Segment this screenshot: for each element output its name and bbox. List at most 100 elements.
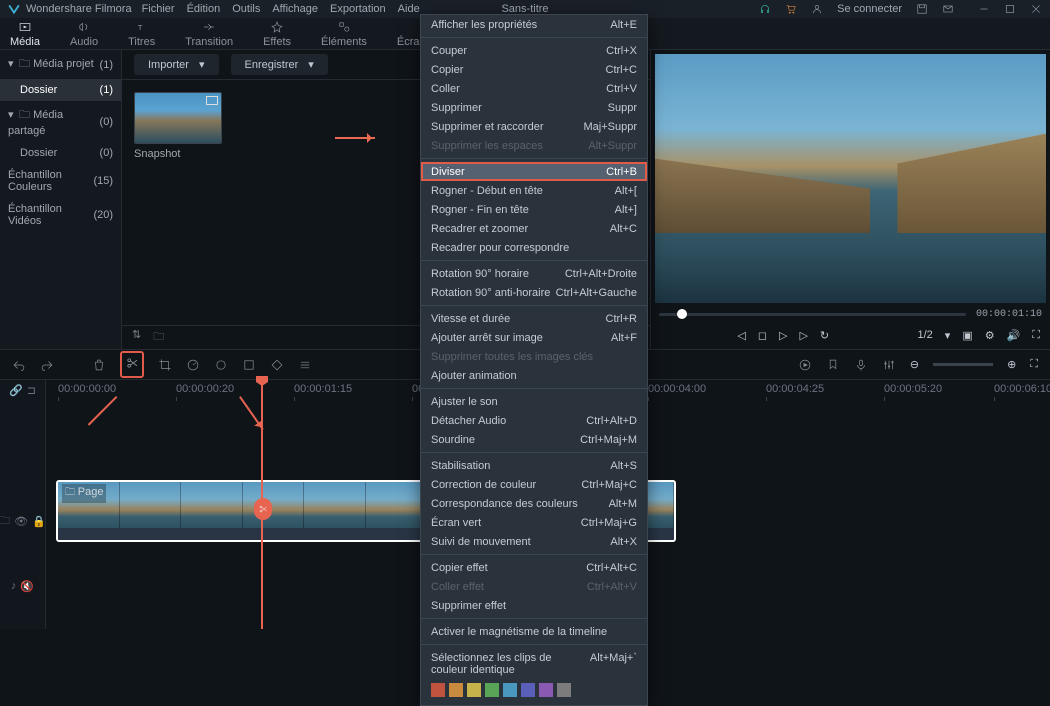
sidebar-item-colors[interactable]: Échantillon Couleurs(15): [0, 164, 121, 198]
swatch[interactable]: [503, 683, 517, 697]
import-dropdown[interactable]: Importer▾: [134, 54, 219, 75]
swatch[interactable]: [539, 683, 553, 697]
ctx-stabilize[interactable]: StabilisationAlt+S: [421, 456, 647, 475]
ctx-cut[interactable]: CouperCtrl+X: [421, 41, 647, 60]
message-icon[interactable]: [942, 3, 954, 15]
user-icon[interactable]: [811, 3, 823, 15]
swatch[interactable]: [521, 683, 535, 697]
next-frame-icon[interactable]: ▷: [799, 329, 807, 342]
snapshot-icon[interactable]: ▣: [962, 329, 972, 342]
ctx-freeze-frame[interactable]: Ajouter arrêt sur imageAlt+F: [421, 328, 647, 347]
ctx-snap[interactable]: Activer le magnétisme de la timeline: [421, 622, 647, 641]
close-icon[interactable]: [1030, 3, 1042, 15]
ctx-rotate-cw[interactable]: Rotation 90° horaireCtrl+Alt+Droite: [421, 264, 647, 283]
ctx-crop-zoom[interactable]: Recadrer et zoomerAlt+C: [421, 219, 647, 238]
tab-audio[interactable]: Audio: [70, 20, 98, 48]
ctx-add-animation[interactable]: Ajouter animation: [421, 366, 647, 385]
split-button[interactable]: [120, 351, 144, 378]
menu-export[interactable]: Exportation: [330, 3, 386, 15]
sidebar-item-project[interactable]: ▾ 🗀 Média projet(1): [0, 50, 121, 79]
tab-effects[interactable]: Effets: [263, 20, 291, 48]
ctx-speed[interactable]: Vitesse et duréeCtrl+R: [421, 309, 647, 328]
mic-icon[interactable]: [854, 358, 868, 372]
sidebar-item-videos[interactable]: Échantillon Vidéos(20): [0, 198, 121, 232]
ctx-properties[interactable]: Afficher les propriétésAlt+E: [421, 15, 647, 34]
ctx-trim-end[interactable]: Rogner - Fin en têteAlt+]: [421, 200, 647, 219]
preview-viewport[interactable]: [655, 54, 1046, 303]
speed-icon[interactable]: [186, 358, 200, 372]
tab-media[interactable]: Média: [10, 20, 40, 48]
volume-icon[interactable]: 🔊: [1007, 329, 1021, 342]
link-icon[interactable]: 🔗: [9, 384, 23, 397]
menu-edit[interactable]: Édition: [187, 3, 221, 15]
newfolder-icon[interactable]: 🗀: [153, 328, 164, 347]
thumb-menu-icon[interactable]: [206, 96, 218, 105]
settings-icon[interactable]: ⚙: [985, 329, 995, 342]
tab-elements[interactable]: Éléments: [321, 20, 367, 48]
ctx-rotate-ccw[interactable]: Rotation 90° anti-horaireCtrl+Alt+Gauche: [421, 283, 647, 302]
menu-view[interactable]: Affichage: [272, 3, 318, 15]
menu-tools[interactable]: Outils: [232, 3, 260, 15]
ctx-ripple-delete[interactable]: Supprimer et raccorderMaj+Suppr: [421, 117, 647, 136]
cart-icon[interactable]: [785, 3, 797, 15]
zoom-slider[interactable]: [933, 363, 993, 366]
maximize-icon[interactable]: [1004, 3, 1016, 15]
marker-icon[interactable]: [826, 358, 840, 372]
ctx-color-match[interactable]: Correspondance des couleursAlt+M: [421, 494, 647, 513]
undo-icon[interactable]: [12, 358, 26, 372]
swatch[interactable]: [431, 683, 445, 697]
ctx-split[interactable]: DiviserCtrl+B: [421, 162, 647, 181]
menu-file[interactable]: Fichier: [142, 3, 175, 15]
keyframe-icon[interactable]: [270, 358, 284, 372]
ctx-select-same-color[interactable]: Sélectionnez les clips de couleur identi…: [421, 648, 647, 679]
play-icon[interactable]: ▷: [779, 329, 787, 342]
mixer-icon[interactable]: [882, 358, 896, 372]
swatch[interactable]: [467, 683, 481, 697]
zoom-in-icon[interactable]: ⊕: [1007, 358, 1016, 371]
menu-help[interactable]: Aide: [398, 3, 420, 15]
record-dropdown[interactable]: Enregistrer▾: [231, 54, 328, 75]
ctx-green-screen[interactable]: Écran vertCtrl+Maj+G: [421, 513, 647, 532]
ctx-detach-audio[interactable]: Détacher AudioCtrl+Alt+D: [421, 411, 647, 430]
ctx-adjust-audio[interactable]: Ajuster le son: [421, 392, 647, 411]
save-icon[interactable]: [916, 3, 928, 15]
sidebar-item-folder-1[interactable]: Dossier(1): [0, 79, 121, 101]
zoom-fit-icon[interactable]: ⛶: [1030, 358, 1038, 371]
media-thumbnail[interactable]: Snapshot: [134, 92, 222, 160]
ctx-copy-effect[interactable]: Copier effetCtrl+Alt+C: [421, 558, 647, 577]
crop-icon[interactable]: [158, 358, 172, 372]
zoom-out-icon[interactable]: ⊖: [910, 358, 919, 371]
track-video-lock-icon[interactable]: 🗀: [0, 512, 10, 531]
tab-titles[interactable]: TTitres: [128, 20, 155, 48]
sidebar-item-shared[interactable]: ▾ 🗀 Média partagé(0): [0, 101, 121, 142]
ctx-mute[interactable]: SourdineCtrl+Maj+M: [421, 430, 647, 449]
prev-frame-icon[interactable]: ◁: [737, 329, 745, 342]
more-icon[interactable]: [298, 358, 312, 372]
ctx-delete-effect[interactable]: Supprimer effet: [421, 596, 647, 615]
ctx-copy[interactable]: CopierCtrl+C: [421, 60, 647, 79]
magnet-icon[interactable]: ⊐: [27, 384, 36, 397]
stop-icon[interactable]: ◻: [758, 329, 767, 342]
color-icon[interactable]: [214, 358, 228, 372]
tab-transition[interactable]: Transition: [185, 20, 233, 48]
greenscreen-icon[interactable]: [242, 358, 256, 372]
track-video-eye-icon[interactable]: 👁: [14, 515, 28, 528]
ctx-color-correct[interactable]: Correction de couleurCtrl+Maj+C: [421, 475, 647, 494]
marker-play-icon[interactable]: [798, 358, 812, 372]
ctx-delete[interactable]: SupprimerSuppr: [421, 98, 647, 117]
redo-icon[interactable]: [40, 358, 54, 372]
track-audio-mute-icon[interactable]: 🔇: [20, 580, 34, 593]
minimize-icon[interactable]: [978, 3, 990, 15]
ctx-paste[interactable]: CollerCtrl+V: [421, 79, 647, 98]
swatch[interactable]: [449, 683, 463, 697]
preview-seekbar[interactable]: 00:00:01:10: [651, 307, 1050, 321]
fullscreen-icon[interactable]: ⛶: [1032, 329, 1040, 342]
ctx-crop-fit[interactable]: Recadrer pour correspondre: [421, 238, 647, 257]
loop-icon[interactable]: ↻: [820, 329, 829, 342]
track-audio-icon[interactable]: ♪: [11, 580, 17, 592]
sidebar-item-folder-2[interactable]: Dossier(0): [0, 142, 121, 164]
ctx-trim-start[interactable]: Rogner - Début en têteAlt+[: [421, 181, 647, 200]
sort-icon[interactable]: ⇅: [132, 328, 141, 347]
page-indicator[interactable]: 1/2: [917, 329, 932, 341]
swatch[interactable]: [485, 683, 499, 697]
